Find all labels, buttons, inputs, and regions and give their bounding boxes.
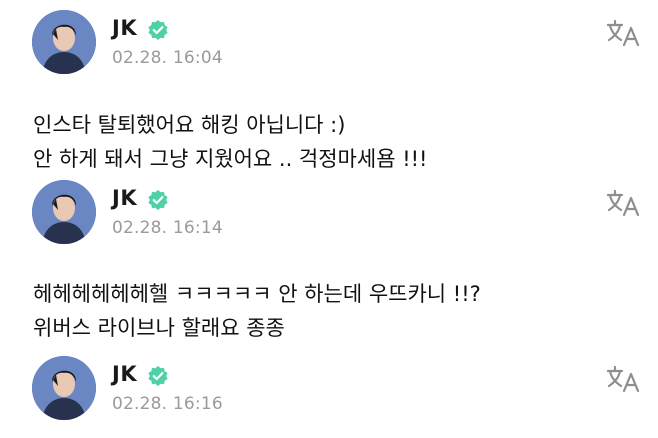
post-header: JK 02.28. 16:16 (32, 356, 642, 422)
weverse-feed: JK 02.28. 16:04 인스타 탈퇴했어요 해킹 아닙니다 :) 안 하… (0, 0, 658, 438)
avatar[interactable] (32, 180, 96, 244)
verified-badge-icon (148, 366, 168, 386)
post-line: 인스타 탈퇴했어요 해킹 아닙니다 :) (33, 113, 346, 137)
post-line: 헤헤헤헤헤헤헬 ㅋㅋㅋㅋㅋ 안 하는데 우뜨카니 !!? (33, 282, 481, 306)
author-name[interactable]: JK (112, 362, 137, 386)
author-name[interactable]: JK (112, 16, 137, 40)
avatar[interactable] (32, 10, 96, 74)
translate-icon[interactable] (606, 18, 642, 48)
timestamp: 02.28. 16:16 (112, 394, 223, 414)
verified-badge-icon (148, 190, 168, 210)
timestamp: 02.28. 16:14 (112, 218, 223, 238)
post-body: 인스타 탈퇴했어요 해킹 아닙니다 :) 안 하게 돼서 그냥 지웠어요 .. … (33, 108, 633, 176)
post-header: JK 02.28. 16:04 (32, 10, 642, 76)
translate-icon[interactable] (606, 188, 642, 218)
verified-badge-icon (148, 20, 168, 40)
timestamp: 02.28. 16:04 (112, 48, 223, 68)
post-line: 안 하게 돼서 그냥 지웠어요 .. 걱정마세욤 !!! (33, 147, 428, 171)
translate-icon[interactable] (606, 364, 642, 394)
post-body: 헤헤헤헤헤헤헬 ㅋㅋㅋㅋㅋ 안 하는데 우뜨카니 !!? 위버스 라이브나 할래… (33, 277, 633, 345)
post-header: JK 02.28. 16:14 (32, 180, 642, 246)
author-name[interactable]: JK (112, 186, 137, 210)
post-line: 위버스 라이브나 할래요 종종 (33, 316, 285, 340)
avatar[interactable] (32, 356, 96, 420)
